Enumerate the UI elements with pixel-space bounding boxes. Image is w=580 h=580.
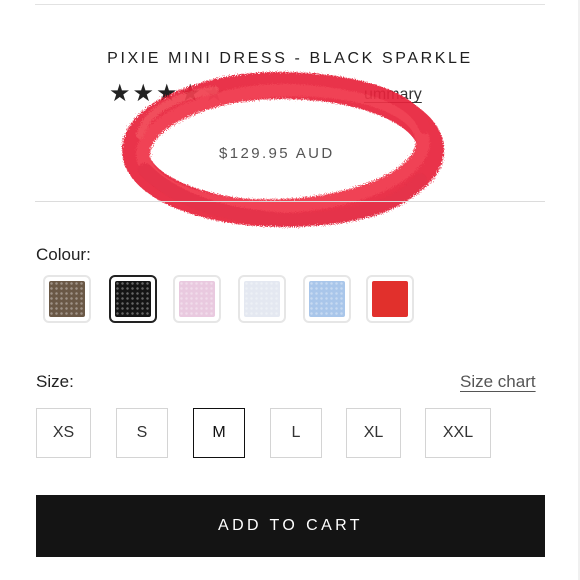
size-option-m[interactable]: M [193, 408, 245, 458]
section-divider [35, 201, 545, 202]
review-summary-link[interactable]: ummary [364, 86, 422, 104]
size-chart-link[interactable]: Size chart [460, 372, 536, 392]
star-icon: ★ [156, 80, 178, 107]
swatch-red[interactable] [366, 275, 414, 323]
swatch-fill [372, 281, 408, 317]
swatch-fill [244, 281, 280, 317]
swatch-white[interactable] [238, 275, 286, 323]
size-label: Size: [36, 372, 74, 391]
price: $129.95 AUD [219, 145, 335, 162]
swatch-blue[interactable] [303, 275, 351, 323]
star-icon: ★ [132, 80, 155, 107]
swatch-fill [115, 281, 151, 317]
swatch-fill [309, 281, 345, 317]
swatch-black[interactable] [109, 275, 157, 323]
colour-label: Colour: [36, 245, 91, 264]
top-divider [35, 4, 545, 5]
star-icon: ★ [109, 80, 131, 107]
swatch-fill [49, 281, 85, 317]
size-option-s[interactable]: S [116, 408, 168, 458]
add-to-cart-button[interactable]: ADD TO CART [36, 495, 545, 557]
star-rating[interactable]: ★ ★ ★ ★ ★ [109, 82, 225, 106]
star-icon: ★ [179, 80, 202, 107]
swatch-pink[interactable] [173, 275, 221, 323]
product-title: PIXIE MINI DRESS - BLACK SPARKLE [107, 50, 473, 67]
size-option-xl[interactable]: XL [346, 408, 401, 458]
size-option-xs[interactable]: XS [36, 408, 91, 458]
size-option-xxl[interactable]: XXL [425, 408, 491, 458]
star-icon: ★ [203, 80, 225, 107]
size-option-l[interactable]: L [270, 408, 322, 458]
swatch-brown[interactable] [43, 275, 91, 323]
swatch-fill [179, 281, 215, 317]
